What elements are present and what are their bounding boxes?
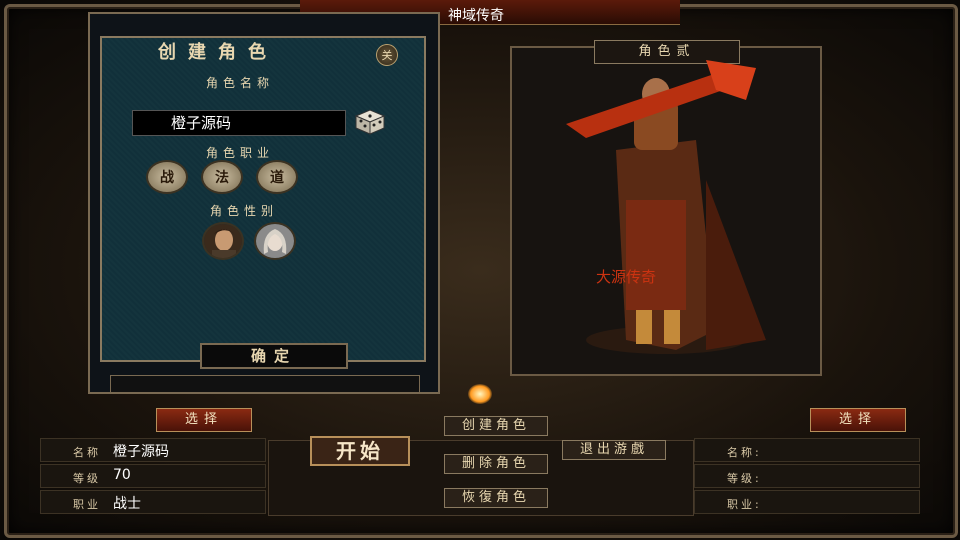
info-row-class: 职业: xyxy=(694,490,920,514)
info-row-name: 名称 橙子源码 xyxy=(40,438,266,462)
class-value: 战士 xyxy=(113,496,141,512)
close-button[interactable]: 关 xyxy=(376,44,398,66)
name-label: 角色名称 xyxy=(206,76,275,90)
level-value: 70 xyxy=(113,467,131,483)
class-key: 职业 xyxy=(73,498,101,511)
left-character-info: 名称 橙子源码 等级 70 职业 战士 xyxy=(40,438,266,518)
class-warrior-button[interactable]: 战 xyxy=(146,160,188,194)
warrior-character-figure xyxy=(566,60,766,354)
gender-male-button[interactable] xyxy=(202,222,244,260)
select-right-button[interactable]: 选择 xyxy=(810,408,906,432)
info-row-name: 名称: xyxy=(694,438,920,462)
character-name-input[interactable]: 橙子源码 xyxy=(132,110,346,136)
name-key: 名称: xyxy=(727,446,762,459)
class-key: 职业: xyxy=(727,498,762,511)
gender-female-button[interactable] xyxy=(254,222,296,260)
select-left-button[interactable]: 选择 xyxy=(156,408,252,432)
delete-role-button[interactable]: 删除角色 xyxy=(444,454,548,474)
window-title: 神域传奇 xyxy=(448,8,504,24)
class-taoist-button[interactable]: 道 xyxy=(256,160,298,194)
start-game-button[interactable]: 开始 xyxy=(310,436,410,466)
dialog-status-bar xyxy=(110,375,420,393)
male-portrait-icon xyxy=(204,224,242,258)
random-name-dice-icon[interactable] xyxy=(352,106,386,136)
info-row-level: 等级 70 xyxy=(40,464,266,488)
watermark-text: 大源传奇 xyxy=(596,268,657,286)
dialog-title: 创建角色 xyxy=(158,42,278,63)
name-key: 名称 xyxy=(73,446,101,459)
level-key: 等级: xyxy=(727,472,762,485)
name-value: 橙子源码 xyxy=(113,444,169,460)
restore-role-button[interactable]: 恢復角色 xyxy=(444,488,548,508)
info-row-level: 等级: xyxy=(694,464,920,488)
class-mage-button[interactable]: 法 xyxy=(201,160,243,194)
level-key: 等级 xyxy=(73,472,101,485)
glow-orb-icon xyxy=(468,384,492,404)
female-portrait-icon xyxy=(256,224,294,258)
confirm-button[interactable]: 确定 xyxy=(200,343,348,369)
class-label: 角色职业 xyxy=(206,146,275,160)
create-role-button[interactable]: 创建角色 xyxy=(444,416,548,436)
gender-label: 角色性别 xyxy=(210,204,279,218)
exit-game-button[interactable]: 退出游戲 xyxy=(562,440,666,460)
info-row-class: 职业 战士 xyxy=(40,490,266,514)
right-character-info: 名称: 等级: 职业: xyxy=(694,438,920,518)
